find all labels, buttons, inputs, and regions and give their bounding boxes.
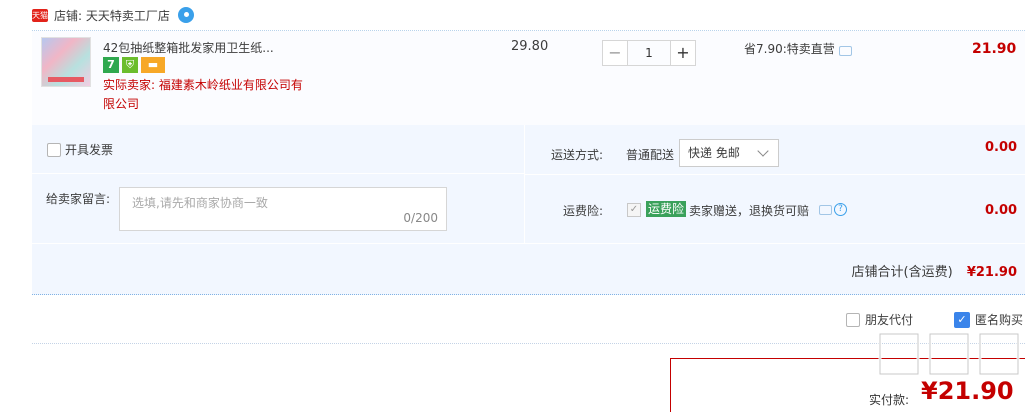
shipping-select[interactable]: 快递 免邮 <box>679 139 779 167</box>
invoice-option[interactable]: 开具发票 <box>47 141 113 158</box>
shipping-select-value: 快递 免邮 <box>688 146 740 160</box>
unit-price: 29.80 <box>511 39 549 54</box>
message-icon[interactable] <box>838 45 852 56</box>
memo-char-count: 0/200 <box>403 211 438 225</box>
shipping-mode: 普通配送 <box>626 148 675 162</box>
shop-subtotal: 店铺合计(含运费) ¥21.90 <box>852 261 1017 280</box>
insurance-text: 卖家赠送，退换货可赔 <box>689 204 810 218</box>
watermark <box>876 326 1022 394</box>
insurance-icons: ? <box>819 203 847 216</box>
item-total: 21.90 <box>972 41 1017 57</box>
divider <box>32 243 1025 244</box>
seven-day-return-icon[interactable]: 7 <box>103 57 119 73</box>
insurance-tag: 运费险 <box>646 201 687 217</box>
increase-button[interactable]: + <box>670 40 696 66</box>
chat-icon[interactable] <box>177 7 194 23</box>
product-title[interactable]: 42包抽纸整箱批发家用卫生纸... <box>103 39 274 56</box>
chevron-down-icon <box>757 145 769 157</box>
insurance-fee: 0.00 <box>985 203 1018 218</box>
insurance-label: 运费险: <box>563 204 604 218</box>
promotion-text: 省7.90:特卖直营 <box>744 42 835 56</box>
memo-textarea[interactable]: 选填,请先和商家协商一致 0/200 <box>119 187 447 231</box>
decrease-button[interactable]: − <box>602 40 628 66</box>
guarantee-icon[interactable]: ⛨ <box>122 57 138 73</box>
help-icon[interactable]: ? <box>834 203 847 216</box>
shop-header: 天猫 店铺: 天天特卖工厂店 <box>32 4 194 26</box>
memo-label: 给卖家留言: <box>46 192 111 206</box>
buyer-options: 开具发票 给卖家留言: 选填,请先和商家协商一致 0/200 <box>32 125 525 243</box>
quantity-stepper: − 1 + <box>602 40 696 66</box>
actual-seller: 实际卖家: 福建素木岭纸业有限公司有限公司 <box>103 78 303 111</box>
order-page: 天猫 店铺: 天天特卖工厂店 42包抽纸整箱批发家用卫生纸... 7 ⛨ ▬ 实… <box>0 0 1025 412</box>
product-thumbnail[interactable] <box>41 37 91 87</box>
subtotal-label: 店铺合计(含运费) <box>851 265 953 280</box>
shipping-fee: 0.00 <box>985 140 1018 155</box>
product-row: 42包抽纸整箱批发家用卫生纸... 7 ⛨ ▬ 实际卖家: 福建素木岭纸业有限公… <box>32 31 1025 125</box>
order-options: 开具发票 给卖家留言: 选填,请先和商家协商一致 0/200 运送方式: 普通配… <box>32 125 1025 295</box>
insurance-checkbox[interactable]: ✓ <box>627 203 641 217</box>
promotion: 省7.90:特卖直营 <box>744 40 852 57</box>
friend-pay-checkbox[interactable] <box>846 312 860 327</box>
shop-name[interactable]: 店铺: 天天特卖工厂店 <box>54 7 170 24</box>
watermark-icon <box>878 332 1020 376</box>
invoice-checkbox[interactable] <box>47 142 61 157</box>
subtotal-value: ¥21.90 <box>966 265 1017 280</box>
quantity-input[interactable]: 1 <box>628 40 670 66</box>
service-icons: 7 ⛨ ▬ <box>103 57 165 73</box>
tmall-logo-icon: 天猫 <box>32 8 48 22</box>
divider <box>525 174 1025 175</box>
memo-placeholder: 选填,请先和商家协商一致 <box>132 196 268 210</box>
credit-card-icon[interactable]: ▬ <box>141 57 165 73</box>
shipping-label: 运送方式: <box>551 148 604 162</box>
message-icon[interactable] <box>819 205 832 215</box>
divider <box>32 173 525 174</box>
invoice-label: 开具发票 <box>65 143 114 157</box>
